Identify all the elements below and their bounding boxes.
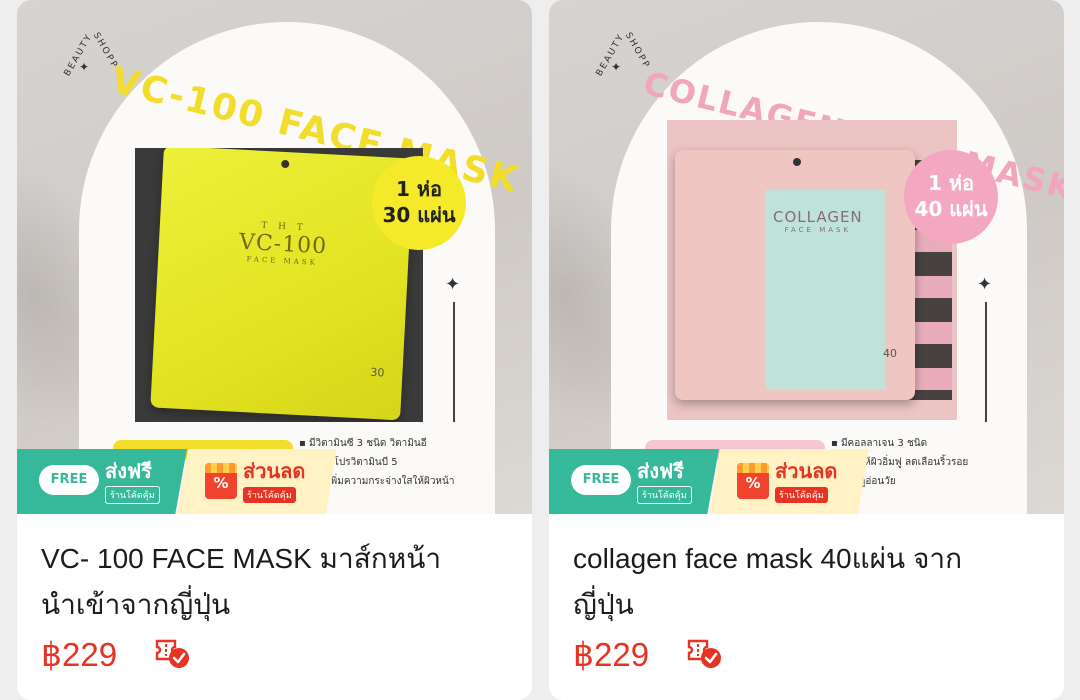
product-price: ฿229 [41, 636, 118, 673]
discount-tag: % ส่วนลด ร้านโค้ดคุ้ม [709, 449, 869, 514]
divider [453, 302, 455, 422]
product-photo: COLLAGEN FACE MASK 40 [667, 120, 957, 420]
price-row: ฿229 [41, 632, 508, 680]
product-grid: BEAUTY ✦ SHOPP VC-100 FACE MASK T H T VC… [0, 0, 1080, 700]
product-card[interactable]: BEAUTY ✦ SHOPP VC-100 FACE MASK T H T VC… [17, 0, 532, 700]
voucher-check-icon [687, 639, 721, 668]
discount-title: ส่วนลด [243, 459, 306, 483]
product-image[interactable]: BEAUTY ✦ SHOPP COLLAGEN FACE MASK COLLAG… [549, 0, 1064, 514]
discount-tag: % ส่วนลด ร้านโค้ดคุ้ม [177, 449, 337, 514]
sparkle-icon: ✦ [977, 274, 993, 295]
pack-count-badge: 1 ห่อ 30 แผ่น [372, 156, 466, 250]
product-card[interactable]: BEAUTY ✦ SHOPP COLLAGEN FACE MASK COLLAG… [549, 0, 1064, 700]
voucher-check-icon [155, 639, 189, 668]
product-title[interactable]: VC- 100 FACE MASK มาส์กหน้า นำเข้าจากญี่ป… [41, 536, 508, 628]
discount-bag-icon: % [205, 463, 237, 499]
free-shipping-tag: FREE ส่งฟรี ร้านโค้ดคุ้ม [549, 449, 719, 514]
mask-pouch: COLLAGEN FACE MASK 40 [675, 150, 915, 400]
discount-bag-icon: % [737, 463, 769, 499]
discount-sub: ร้านโค้ดคุ้ม [775, 487, 828, 503]
promo-banner: FREE ส่งฟรี ร้านโค้ดคุ้ม % ส่วนลด ร้านโค… [17, 449, 337, 514]
product-info: collagen face mask 40แผ่น จาก ญี่ปุ่น ฿22… [549, 514, 1064, 680]
divider [985, 302, 987, 422]
product-title[interactable]: collagen face mask 40แผ่น จาก ญี่ปุ่น [573, 536, 1040, 628]
free-shipping-title: ส่งฟรี [637, 459, 684, 483]
sparkle-icon: ✦ [445, 274, 461, 295]
discount-sub: ร้านโค้ดคุ้ม [243, 487, 296, 503]
free-shipping-truck-icon: FREE [39, 465, 99, 495]
free-shipping-title: ส่งฟรี [105, 459, 152, 483]
free-shipping-tag: FREE ส่งฟรี ร้านโค้ดคุ้ม [17, 449, 187, 514]
discount-title: ส่วนลด [775, 459, 838, 483]
free-shipping-sub: ร้านโค้ดคุ้ม [105, 486, 160, 504]
product-info: VC- 100 FACE MASK มาส์กหน้า นำเข้าจากญี่ป… [17, 514, 532, 680]
pack-count-badge: 1 ห่อ 40 แผ่น [904, 150, 998, 244]
product-price: ฿229 [573, 636, 650, 673]
free-shipping-sub: ร้านโค้ดคุ้ม [637, 486, 692, 504]
product-image[interactable]: BEAUTY ✦ SHOPP VC-100 FACE MASK T H T VC… [17, 0, 532, 514]
promo-banner: FREE ส่งฟรี ร้านโค้ดคุ้ม % ส่วนลด ร้านโค… [549, 449, 869, 514]
free-shipping-truck-icon: FREE [571, 465, 631, 495]
price-row: ฿229 [573, 632, 1040, 680]
